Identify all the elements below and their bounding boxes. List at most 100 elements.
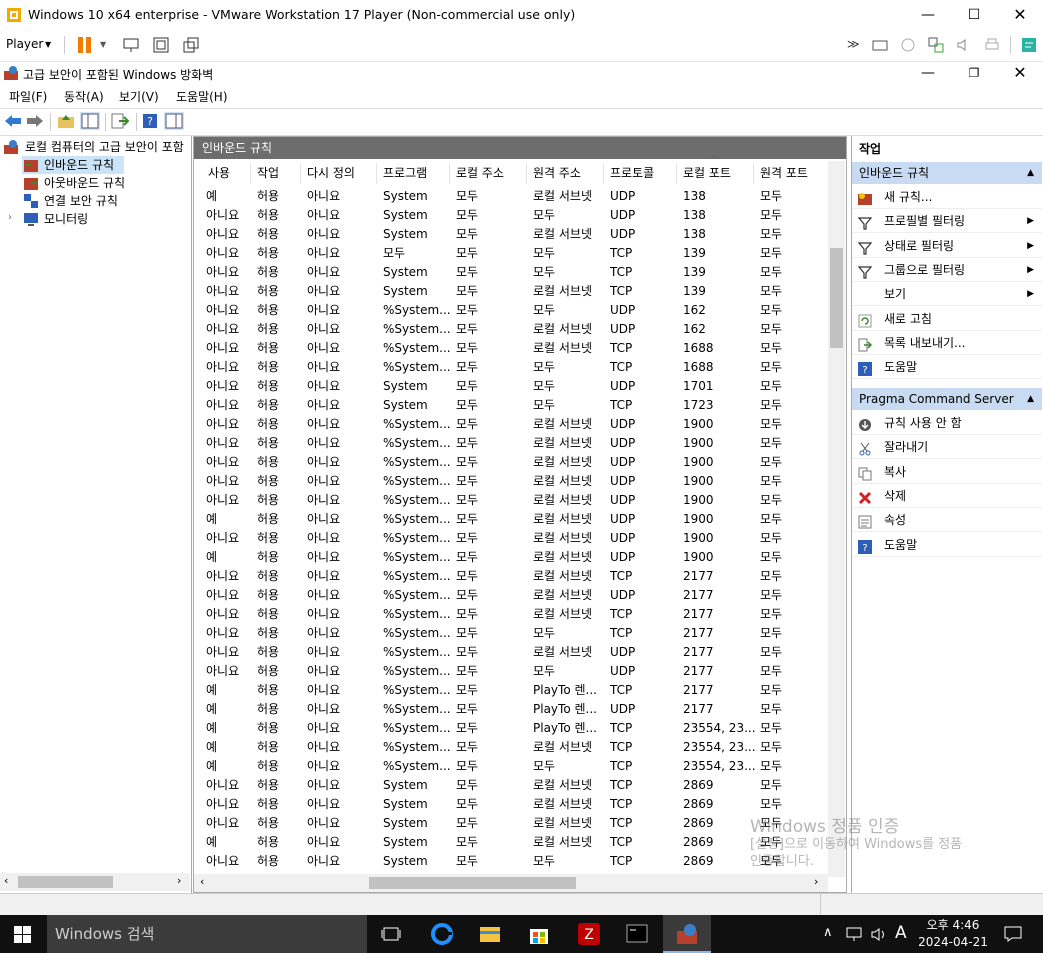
table-row[interactable]: 예 허용 아니요 %System... 모두 PlayTo 렌... TCP 2177 모두 xyxy=(194,681,828,700)
input-method-indicator[interactable]: A xyxy=(895,923,907,943)
horizontal-scrollbar[interactable]: ‹ › xyxy=(194,874,828,892)
network-icon[interactable] xyxy=(846,927,864,942)
fullscreen-icon[interactable] xyxy=(152,36,170,54)
table-row[interactable]: 아니요 허용 아니요 %System... 모두 모두 UDP 162 모두 xyxy=(194,301,828,320)
table-row[interactable]: 아니요 허용 아니요 System 모두 모두 UDP 138 모두 xyxy=(194,206,828,225)
actions-section-rule[interactable]: Pragma Command Server ▲ xyxy=(852,388,1042,410)
menu-file[interactable]: 파일(F) xyxy=(9,88,47,105)
table-row[interactable]: 아니요 허용 아니요 %System... 모두 로컬 서브넷 UDP 1900 모두 xyxy=(194,529,828,548)
taskbar-firewall-app[interactable] xyxy=(663,915,711,953)
vertical-scrollbar[interactable] xyxy=(828,161,845,877)
inbound-action-item[interactable]: 상태로 필터링 ▶ xyxy=(852,234,1042,258)
rule-action-item[interactable]: ? 도움말 xyxy=(852,533,1042,557)
notification-center-icon[interactable] xyxy=(1004,926,1022,942)
tree-horizontal-scrollbar[interactable]: ‹ › xyxy=(0,873,190,891)
taskbar-search-box[interactable]: Windows 검색 xyxy=(47,915,367,953)
expand-chevron-icon[interactable]: › xyxy=(8,212,12,223)
table-row[interactable]: 아니요 허용 아니요 %System... 모두 로컬 서브넷 UDP 1900 모두 xyxy=(194,491,828,510)
rule-action-item[interactable]: 삭제 xyxy=(852,484,1042,508)
pause-dropdown-icon[interactable]: ▼ xyxy=(100,40,106,49)
horizontal-scroll-thumb[interactable] xyxy=(369,877,576,889)
cd-drive-icon[interactable] xyxy=(899,36,917,54)
export-list-icon[interactable] xyxy=(111,113,129,129)
table-row[interactable]: 아니요 허용 아니요 System 모두 모두 UDP 1701 모두 xyxy=(194,377,828,396)
table-row[interactable]: 아니요 허용 아니요 %System... 모두 로컬 서브넷 UDP 1900 모두 xyxy=(194,453,828,472)
inbound-action-item[interactable]: 프로필별 필터링 ▶ xyxy=(852,209,1042,234)
pause-icon-bar-left[interactable] xyxy=(78,37,83,53)
clock[interactable]: 오후 4:46 2024-04-21 xyxy=(915,917,991,951)
scroll-thumb[interactable] xyxy=(18,876,113,888)
collapse-icon[interactable]: ▲ xyxy=(1027,162,1034,184)
inbound-action-item[interactable]: 새로 고침 xyxy=(852,307,1042,331)
filezilla-icon[interactable]: Z xyxy=(577,922,601,946)
rule-action-item[interactable]: 잘라내기 xyxy=(852,435,1042,460)
collapse-icon[interactable]: ▲ xyxy=(1027,388,1034,410)
vertical-scroll-thumb[interactable] xyxy=(830,248,843,348)
table-row[interactable]: 예 허용 아니요 %System... 모두 모두 TCP 23554, 23... 모두 xyxy=(194,757,828,776)
table-row[interactable]: 아니요 허용 아니요 %System... 모두 로컬 서브넷 TCP 1688 모두 xyxy=(194,339,828,358)
help-icon[interactable]: ? xyxy=(142,113,158,129)
table-row[interactable]: 아니요 허용 아니요 %System... 모두 로컬 서브넷 UDP 1900 모두 xyxy=(194,434,828,453)
edge-browser-icon[interactable] xyxy=(431,923,453,945)
inbound-action-item[interactable]: 새 규칙... xyxy=(852,185,1042,209)
column-override[interactable]: 다시 정의 xyxy=(301,163,377,184)
volume-icon[interactable] xyxy=(870,927,888,942)
forward-arrow-icon[interactable] xyxy=(26,113,44,129)
maximize-button[interactable]: ☐ xyxy=(951,0,997,30)
rule-action-item[interactable]: 규칙 사용 안 함 xyxy=(852,411,1042,435)
rule-action-item[interactable]: 속성 xyxy=(852,508,1042,533)
menu-view[interactable]: 보기(V) xyxy=(119,88,159,105)
table-row[interactable]: 예 허용 아니요 %System... 모두 PlayTo 렌... UDP 2177 모두 xyxy=(194,700,828,719)
minimize-button[interactable]: — xyxy=(905,0,951,30)
unity-icon[interactable] xyxy=(182,36,200,54)
scroll-left-icon[interactable]: ‹ xyxy=(200,875,204,888)
close-button[interactable]: ✕ xyxy=(997,0,1043,30)
table-row[interactable]: 예 허용 아니요 %System... 모두 로컬 서브넷 TCP 23554, 23... 모… xyxy=(194,738,828,757)
table-row[interactable]: 아니요 허용 아니요 모두 모두 모두 TCP 139 모두 xyxy=(194,244,828,263)
network-adapter-icon[interactable] xyxy=(927,36,945,54)
table-row[interactable]: 예 허용 아니요 System 모두 로컬 서브넷 TCP 2869 모두 xyxy=(194,833,828,852)
table-row[interactable]: 아니요 허용 아니요 %System... 모두 모두 TCP 2177 모두 xyxy=(194,624,828,643)
table-row[interactable]: 아니요 허용 아니요 System 모두 로컬 서브넷 TCP 2869 모두 xyxy=(194,814,828,833)
menu-help[interactable]: 도움말(H) xyxy=(176,88,228,105)
table-row[interactable]: 아니요 허용 아니요 %System... 모두 로컬 서브넷 UDP 1900 모두 xyxy=(194,472,828,491)
table-row[interactable]: 예 허용 아니요 System 모두 로컬 서브넷 UDP 138 모두 xyxy=(194,187,828,206)
inbound-action-item[interactable]: 그룹으로 필터링 ▶ xyxy=(852,258,1042,282)
player-menu-button[interactable]: Player xyxy=(6,37,43,51)
show-hide-action-pane-icon[interactable] xyxy=(164,112,184,130)
actions-section-inbound[interactable]: 인바운드 규칙 ▲ xyxy=(852,162,1042,184)
mmc-restore-button[interactable]: ❐ xyxy=(951,58,997,88)
table-row[interactable]: 아니요 허용 아니요 System 모두 로컬 서브넷 TCP 2869 모두 xyxy=(194,776,828,795)
column-program[interactable]: 프로그램 xyxy=(377,163,450,184)
table-row[interactable]: 아니요 허용 아니요 %System... 모두 모두 UDP 2177 모두 xyxy=(194,662,828,681)
scroll-right-icon[interactable]: › xyxy=(177,874,181,887)
up-folder-icon[interactable] xyxy=(57,113,75,129)
inbound-action-item[interactable]: ? 도움말 xyxy=(852,355,1042,380)
column-local-port[interactable]: 로컬 포트 xyxy=(677,163,754,184)
table-row[interactable]: 아니요 허용 아니요 System 모두 로컬 서브넷 TCP 139 모두 xyxy=(194,282,828,301)
show-hidden-icons-chevron-icon[interactable]: ∧ xyxy=(823,925,833,940)
back-arrow-icon[interactable] xyxy=(4,113,22,129)
store-icon[interactable] xyxy=(528,923,550,945)
column-action[interactable]: 작업 xyxy=(251,163,301,184)
double-chevron-icon[interactable]: ≫ xyxy=(847,37,860,51)
table-row[interactable]: 아니요 허용 아니요 System 모두 모두 TCP 2869 모두 xyxy=(194,852,828,871)
table-row[interactable]: 아니요 허용 아니요 System 모두 로컬 서브넷 TCP 2869 모두 xyxy=(194,795,828,814)
table-row[interactable]: 아니요 허용 아니요 %System... 모두 로컬 서브넷 UDP 162 모두 xyxy=(194,320,828,339)
column-enabled[interactable]: 사용 xyxy=(202,163,251,184)
column-remote-port[interactable]: 원격 포트 xyxy=(754,163,828,184)
mmc-minimize-button[interactable]: — xyxy=(905,58,951,88)
printer-icon[interactable] xyxy=(983,36,1001,54)
table-row[interactable]: 아니요 허용 아니요 %System... 모두 로컬 서브넷 UDP 1900 모두 xyxy=(194,415,828,434)
table-row[interactable]: 예 허용 아니요 %System... 모두 PlayTo 렌... TCP 23554, 2… xyxy=(194,719,828,738)
windows-start-icon[interactable] xyxy=(14,926,31,943)
table-row[interactable]: 아니요 허용 아니요 %System... 모두 모두 TCP 1688 모두 xyxy=(194,358,828,377)
pause-icon-bar-right[interactable] xyxy=(86,37,91,53)
file-explorer-icon[interactable] xyxy=(479,924,501,944)
table-row[interactable]: 아니요 허용 아니요 %System... 모두 로컬 서브넷 UDP 2177 모두 xyxy=(194,586,828,605)
table-row[interactable]: 아니요 허용 아니요 %System... 모두 로컬 서브넷 TCP 2177 모두 xyxy=(194,605,828,624)
show-hide-console-tree-icon[interactable] xyxy=(80,112,100,130)
table-row[interactable]: 아니요 허용 아니요 System 모두 모두 TCP 1723 모두 xyxy=(194,396,828,415)
chevron-down-icon[interactable]: ▼ xyxy=(45,40,51,49)
table-row[interactable]: 아니요 허용 아니요 System 모두 로컬 서브넷 UDP 138 모두 xyxy=(194,225,828,244)
